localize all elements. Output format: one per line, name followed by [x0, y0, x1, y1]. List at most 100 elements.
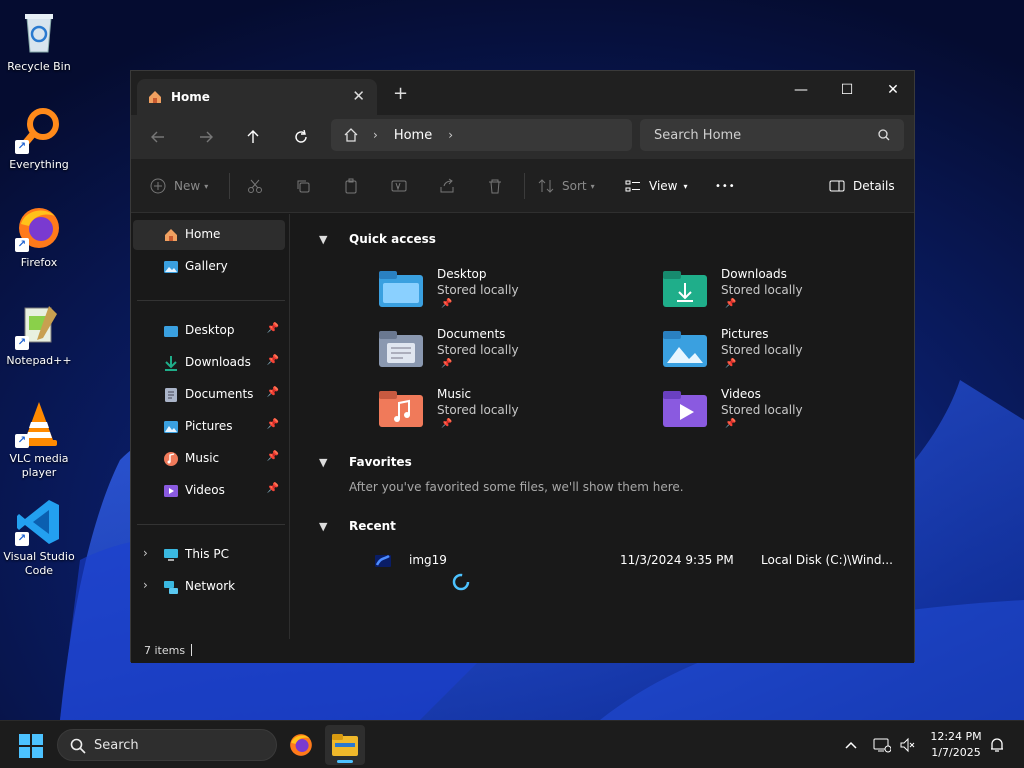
desktop-icon-recycle-bin[interactable]: Recycle Bin	[2, 8, 76, 74]
shortcut-arrow-icon: ↗	[15, 140, 29, 154]
minimize-button[interactable]: —	[778, 75, 824, 105]
network-status-icon	[873, 738, 891, 753]
sidebar-item-home[interactable]: Home	[133, 220, 285, 250]
details-label: Details	[853, 179, 895, 193]
toolbar-divider	[524, 173, 525, 199]
sidebar-item-label: Network	[185, 579, 236, 593]
clock-time: 12:24 PM	[930, 730, 982, 743]
pictures-folder-icon	[663, 331, 707, 367]
new-button[interactable]: New ▾	[150, 175, 208, 197]
forward-button[interactable]	[193, 125, 219, 149]
sort-button[interactable]: Sort ▾	[538, 175, 595, 197]
pin-icon: 📌	[266, 355, 279, 366]
taskbar-file-explorer[interactable]	[325, 725, 365, 765]
volume-muted-icon	[900, 737, 915, 753]
view-button[interactable]: View ▾	[625, 175, 688, 197]
item-subtitle: Stored locally	[437, 283, 519, 297]
taskbar-search[interactable]: Search	[57, 729, 277, 761]
tray-network-button[interactable]	[872, 735, 892, 755]
search-icon	[70, 738, 86, 754]
chevron-right-icon[interactable]: ›	[143, 578, 148, 592]
shortcut-arrow-icon: ↗	[15, 532, 29, 546]
desktop-icon-firefox[interactable]: ↗ Firefox	[2, 204, 76, 270]
shortcut-arrow-icon: ↗	[15, 434, 29, 448]
quick-access-item[interactable]: Music Stored locally 📌	[379, 387, 619, 437]
address-field[interactable]: › Home ›	[331, 119, 632, 151]
quick-access-item[interactable]: Pictures Stored locally 📌	[663, 327, 903, 377]
tab-close-button[interactable]: ✕	[352, 87, 365, 105]
desktop-icon-vlc[interactable]: ↗ VLC media player	[2, 400, 76, 480]
quick-access-item[interactable]: Downloads Stored locally 📌	[663, 267, 903, 317]
desktop-icon-vscode[interactable]: ↗ Visual Studio Code	[2, 498, 76, 578]
sidebar-divider	[137, 300, 285, 301]
section-title: Quick access	[349, 232, 436, 246]
quick-access-item[interactable]: Documents Stored locally 📌	[379, 327, 619, 377]
refresh-icon	[295, 130, 307, 143]
tab-bar: Home ✕ + — ☐ ✕	[131, 71, 914, 115]
breadcrumb-home[interactable]: Home	[394, 128, 432, 143]
delete-button[interactable]	[487, 175, 503, 197]
rename-button[interactable]	[391, 175, 407, 197]
paste-button[interactable]	[343, 175, 359, 197]
sidebar-item-desktop[interactable]: Desktop 📌	[133, 316, 285, 346]
sidebar-item-music[interactable]: Music 📌	[133, 444, 285, 474]
item-count: 7 items	[144, 644, 186, 657]
back-button[interactable]	[145, 125, 171, 149]
sidebar-item-downloads[interactable]: Downloads 📌	[133, 348, 285, 378]
tab-label: Home	[171, 90, 210, 104]
section-recent[interactable]: ▼ Recent	[319, 519, 396, 533]
quick-access-item[interactable]: Videos Stored locally 📌	[663, 387, 903, 437]
close-window-button[interactable]: ✕	[870, 75, 916, 105]
item-name: Music	[437, 387, 472, 401]
chevron-down-icon: ▼	[319, 232, 328, 246]
network-icon	[164, 581, 178, 594]
share-button[interactable]	[439, 175, 455, 197]
desktop-icon-label: Visual Studio Code	[3, 550, 75, 577]
copy-button[interactable]	[295, 175, 311, 197]
breadcrumb-separator[interactable]: ›	[448, 128, 453, 142]
new-tab-button[interactable]: +	[393, 83, 408, 104]
chevron-down-icon: ▼	[319, 455, 328, 469]
details-pane-button[interactable]: Details	[829, 175, 895, 197]
tray-overflow-button[interactable]	[841, 735, 861, 755]
refresh-button[interactable]	[288, 125, 314, 149]
section-quick-access[interactable]: ▼ Quick access	[319, 232, 436, 246]
sidebar-item-label: Music	[185, 451, 220, 465]
sidebar-item-network[interactable]: › Network	[133, 572, 285, 602]
sidebar-item-pictures[interactable]: Pictures 📌	[133, 412, 285, 442]
sidebar-item-this-pc[interactable]: › This PC	[133, 540, 285, 570]
details-pane-icon	[829, 180, 845, 192]
shortcut-arrow-icon: ↗	[15, 336, 29, 350]
taskbar-clock[interactable]: 12:24 PM 1/7/2025	[926, 729, 986, 761]
tray-volume-button[interactable]	[898, 735, 918, 755]
sidebar-item-documents[interactable]: Documents 📌	[133, 380, 285, 410]
desktop-icon-everything[interactable]: ↗ Everything	[2, 106, 76, 172]
desktop-icon-notepad-plus-plus[interactable]: ↗ Notepad++	[2, 302, 76, 368]
sidebar-item-videos[interactable]: Videos 📌	[133, 476, 285, 506]
chevron-right-icon[interactable]: ›	[143, 546, 148, 560]
cut-button[interactable]	[247, 175, 263, 197]
sidebar-item-label: Documents	[185, 387, 254, 401]
taskbar: Search 12:24 PM 1/7/2025	[0, 720, 1024, 768]
taskbar-firefox[interactable]	[281, 725, 321, 765]
share-icon	[440, 178, 454, 193]
plus-circle-icon	[150, 178, 166, 194]
chevron-down-icon: ▾	[590, 181, 595, 191]
section-favorites[interactable]: ▼ Favorites	[319, 455, 412, 469]
maximize-button[interactable]: ☐	[824, 75, 870, 105]
item-name: Desktop	[437, 267, 487, 281]
windows-start-icon[interactable]	[18, 733, 44, 759]
more-options-button[interactable]: •••	[715, 175, 736, 197]
item-subtitle: Stored locally	[721, 283, 803, 297]
quick-access-item[interactable]: Desktop Stored locally 📌	[379, 267, 619, 317]
search-input[interactable]	[654, 127, 864, 143]
sidebar-item-gallery[interactable]: Gallery	[133, 252, 285, 282]
favorites-empty-message: After you've favorited some files, we'll…	[349, 480, 684, 494]
up-button[interactable]	[240, 125, 266, 149]
search-box[interactable]	[640, 119, 904, 151]
pin-icon: 📌	[266, 419, 279, 430]
notifications-button[interactable]	[987, 735, 1007, 755]
view-list-icon	[625, 180, 640, 192]
sidebar-item-label: Gallery	[185, 259, 228, 273]
tab-home[interactable]: Home ✕	[137, 79, 377, 115]
